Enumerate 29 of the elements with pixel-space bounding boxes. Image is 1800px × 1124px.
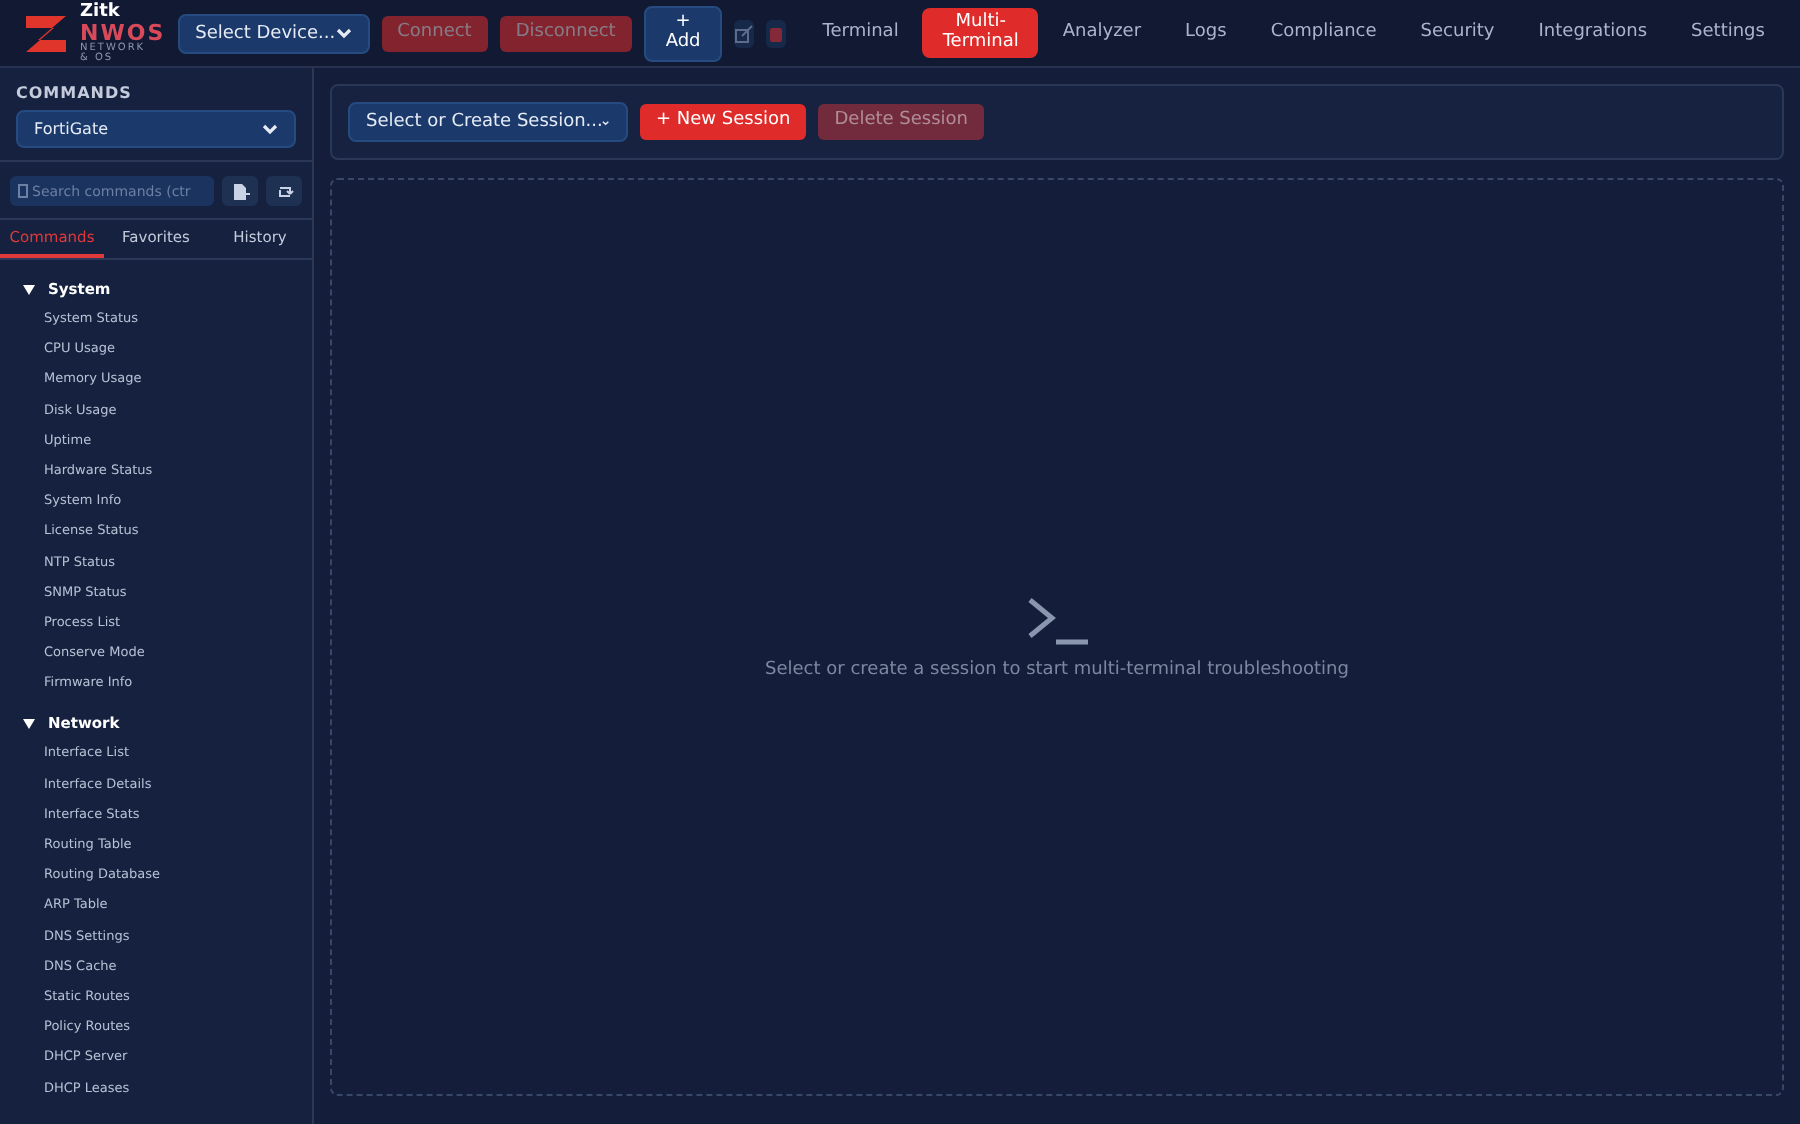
trash-icon	[766, 23, 787, 43]
nav-tab[interactable]: Integrations	[1518, 15, 1668, 51]
caret-icon	[335, 26, 352, 40]
export-button[interactable]	[222, 176, 258, 206]
terminal-icon	[1025, 595, 1089, 647]
nav-tab[interactable]: Logs	[1165, 15, 1247, 51]
refresh-icon	[275, 182, 293, 200]
nav-tab[interactable]: Multi- Terminal	[922, 7, 1039, 59]
expanded-icon	[22, 717, 36, 730]
file-icon	[231, 181, 249, 201]
device-select[interactable]: Select Device...	[177, 13, 370, 53]
empty-state-message: Select or create a session to start multi-terminal troubleshooting	[765, 659, 1349, 679]
refresh-button[interactable]	[266, 176, 302, 206]
caret-icon	[262, 122, 278, 136]
logo-name: NWOS	[80, 21, 166, 43]
new-session-button[interactable]: + New Session	[640, 104, 807, 140]
nav-tab[interactable]: Terminal	[802, 15, 919, 51]
edit-icon	[734, 23, 755, 43]
sidebar-title: COMMANDS	[16, 84, 134, 102]
nav-tab[interactable]: Analyzer	[1042, 15, 1162, 51]
session-select[interactable]: Select or Create Session...	[348, 102, 628, 142]
add-button[interactable]: + Add	[643, 5, 723, 61]
document-icon	[18, 184, 28, 198]
nav-tab[interactable]: Settings	[1671, 15, 1785, 51]
vendor-select[interactable]: FortiGate	[16, 110, 296, 148]
nav-tab[interactable]: Security	[1400, 15, 1515, 51]
nav-tab[interactable]: Compliance	[1250, 15, 1397, 51]
logo-title: Zitk	[80, 3, 122, 21]
expanded-icon	[22, 283, 36, 295]
